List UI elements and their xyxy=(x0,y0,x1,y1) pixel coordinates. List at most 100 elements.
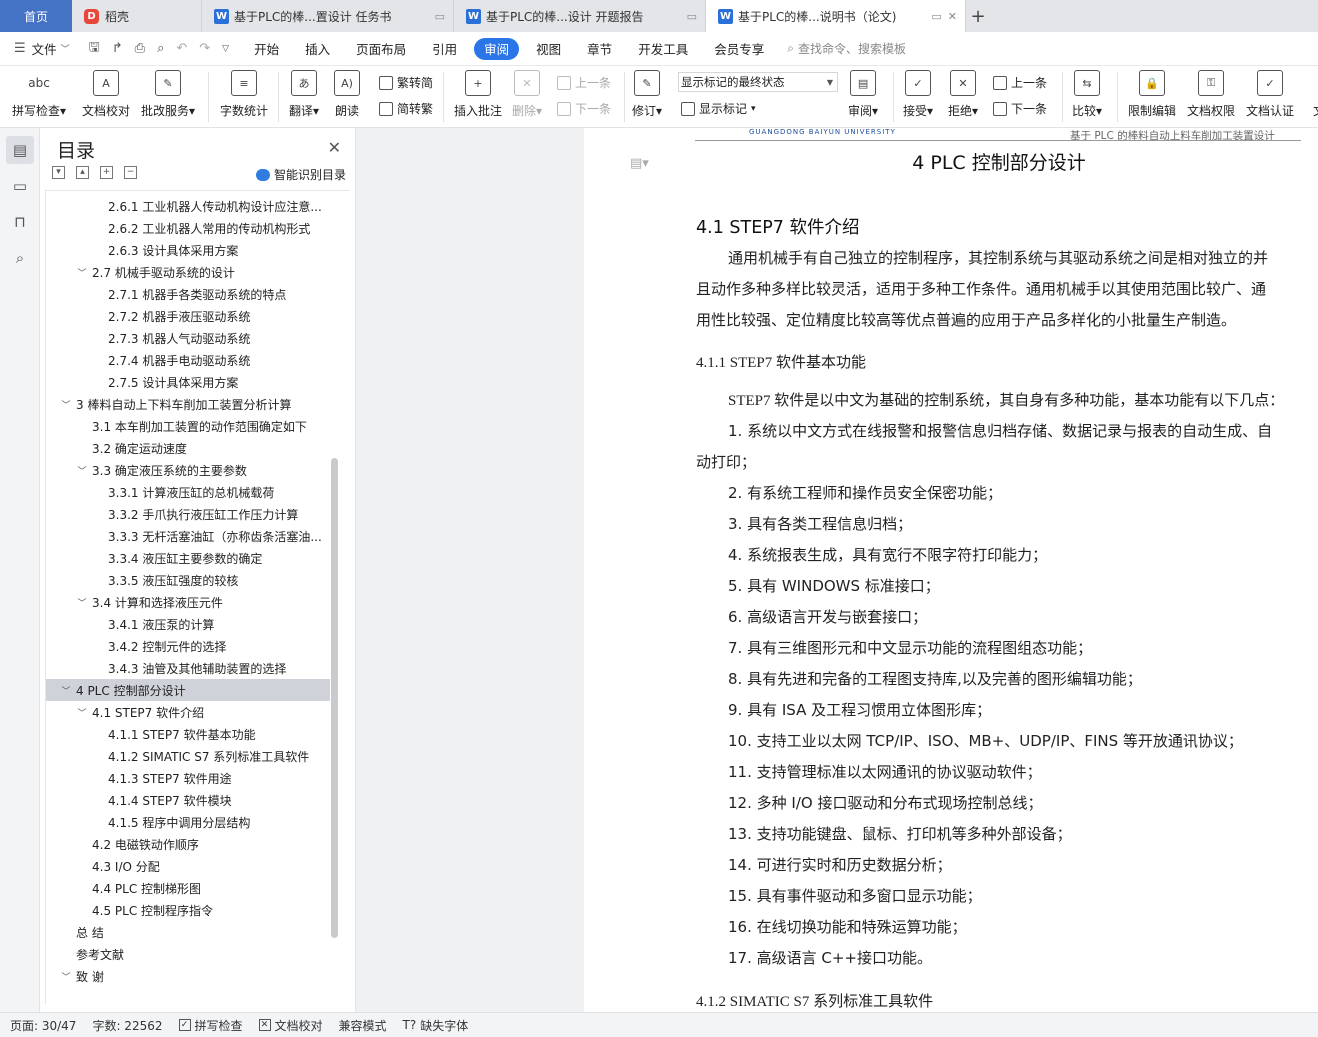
toc-item[interactable]: ﹀ 3.3 确定液压系统的主要参数 xyxy=(46,459,330,481)
doc-certify-button[interactable]: ✓ 文档认证 xyxy=(1246,70,1294,119)
track-changes-button[interactable]: ✎ 修订▾ xyxy=(632,70,662,119)
toc-item[interactable]: 4.1.1 STEP7 软件基本功能 xyxy=(46,723,330,745)
tab-monitor-icon[interactable]: ▭ xyxy=(435,10,445,23)
toc-item[interactable]: 4.1.4 STEP7 软件模块 xyxy=(46,789,330,811)
menu-file[interactable]: 文件 ﹀ xyxy=(32,38,83,60)
toc-item[interactable]: ﹀ 致 谢 xyxy=(46,965,330,987)
doc-check-button[interactable]: A 文档校对 xyxy=(82,70,130,119)
read-aloud-button[interactable]: A) 朗读 xyxy=(334,70,360,119)
tab-doc-thesis[interactable]: W 基于PLC的棒...说明书（论文) ▭ ✕ xyxy=(706,0,966,32)
toc-item[interactable]: 总 结 xyxy=(46,921,330,943)
chevron-down-icon[interactable]: ﹀ xyxy=(76,464,88,477)
next-change-button[interactable]: 下一条 xyxy=(993,100,1047,117)
spellcheck-button[interactable]: abc 拼写检查▾ xyxy=(12,70,66,119)
menu-chapter[interactable]: 章节 xyxy=(574,38,625,60)
next-comment-button[interactable]: 下一条 xyxy=(557,100,611,117)
collapse-all-icon[interactable]: ▾ xyxy=(52,166,65,179)
toc-item[interactable]: 4.2 电磁铁动作顺序 xyxy=(46,833,330,855)
prev-comment-button[interactable]: 上一条 xyxy=(557,74,611,91)
tab-daoke[interactable]: D 稻壳 xyxy=(72,0,202,32)
toc-item[interactable]: 2.6.3 设计具体采用方案 xyxy=(46,239,330,261)
tab-home[interactable]: 首页 xyxy=(0,0,72,32)
simp-to-trad-button[interactable]: 简转繁 xyxy=(379,100,433,117)
menu-view[interactable]: 视图 xyxy=(523,38,574,60)
hamburger-icon[interactable]: ☰ xyxy=(8,41,32,56)
doc-permission-button[interactable]: ⚿ 文档权限 xyxy=(1187,70,1235,119)
delete-comment-button[interactable]: ✕ 删除▾ xyxy=(512,70,542,119)
markup-mode-select[interactable]: 显示标记的最终状态 ▼ xyxy=(678,72,838,92)
undo-icon[interactable]: ↶ xyxy=(170,41,193,56)
compare-button[interactable]: ⇆ 比较▾ xyxy=(1072,70,1102,119)
chevron-down-icon[interactable]: ﹀ xyxy=(76,266,88,279)
close-icon[interactable]: ✕ xyxy=(948,10,957,23)
toc-item[interactable]: 参考文献 xyxy=(46,943,330,965)
toc-item[interactable]: 3.3.1 计算液压缸的总机械载荷 xyxy=(46,481,330,503)
toc-item[interactable]: 4.1.5 程序中调用分层结构 xyxy=(46,811,330,833)
restrict-edit-button[interactable]: 🔒 限制编辑 xyxy=(1128,70,1176,119)
toc-item[interactable]: 3.2 确定运动速度 xyxy=(46,437,330,459)
menu-layout[interactable]: 页面布局 xyxy=(343,38,419,60)
status-doc-check[interactable]: ✕ 文档校对 xyxy=(258,1017,323,1034)
toc-item[interactable]: 3.4.2 控制元件的选择 xyxy=(46,635,330,657)
toc-item[interactable]: ﹀ 4 PLC 控制部分设计 xyxy=(46,679,330,701)
close-icon[interactable]: ✕ xyxy=(328,138,341,157)
toc-item[interactable]: 3.4.1 液压泵的计算 xyxy=(46,613,330,635)
toc-item[interactable]: 2.7.3 机器人气动驱动系统 xyxy=(46,327,330,349)
smart-toc-button[interactable]: 智能识别目录 xyxy=(255,166,346,183)
reject-button[interactable]: ✕ 拒绝▾ xyxy=(948,70,978,119)
revise-service-button[interactable]: ✎ 批改服务▾ xyxy=(141,70,195,119)
toc-item[interactable]: 2.7.5 设计具体采用方案 xyxy=(46,371,330,393)
toc-item[interactable]: 3.3.2 手爪执行液压缸工作压力计算 xyxy=(46,503,330,525)
toc-item[interactable]: 2.7.1 机器手各类驱动系统的特点 xyxy=(46,283,330,305)
chevron-down-icon[interactable]: ﹀ xyxy=(76,596,88,609)
tab-doc-proposal[interactable]: W 基于PLC的棒...设计 开题报告 ▭ xyxy=(454,0,706,32)
tab-doc-task[interactable]: W 基于PLC的棒...置设计 任务书 ▭ xyxy=(202,0,454,32)
menu-start[interactable]: 开始 xyxy=(241,38,292,60)
toc-item[interactable]: ﹀ 4.1 STEP7 软件介绍 xyxy=(46,701,330,723)
toc-item[interactable]: 3.3.3 无杆活塞油缸（亦称齿条活塞油... xyxy=(46,525,330,547)
chevron-down-icon[interactable]: ﹀ xyxy=(60,684,72,697)
toc-item[interactable]: ﹀ 3 棒料自动上下料车削加工装置分析计算 xyxy=(46,393,330,415)
review-pane-button[interactable]: ▤ 审阅▾ xyxy=(848,70,878,119)
word-count[interactable]: 字数: 22562 xyxy=(92,1017,162,1034)
menu-developer[interactable]: 开发工具 xyxy=(625,38,701,60)
toc-item[interactable]: ﹀ 2.7 机械手驱动系统的设计 xyxy=(46,261,330,283)
menu-references[interactable]: 引用 xyxy=(419,38,470,60)
chevron-down-icon[interactable]: ﹀ xyxy=(76,706,88,719)
document-page[interactable]: GUANGDONG BAIYUN UNIVERSITY 基于 PLC 的棒料自动… xyxy=(584,128,1318,1012)
command-search[interactable]: ⌕ 查找命令、搜索模板 xyxy=(787,40,906,57)
bookmark-icon[interactable]: ⊓ xyxy=(6,208,34,236)
print-preview-icon[interactable]: ⌕ xyxy=(151,41,170,56)
print-icon[interactable]: ⎙ xyxy=(129,41,151,56)
toc-item[interactable]: 4.1.2 SIMATIC S7 系列标准工具软件 xyxy=(46,745,330,767)
toc-item[interactable]: 4.1.3 STEP7 软件用途 xyxy=(46,767,330,789)
toc-item[interactable]: 3.4.3 油管及其他辅助装置的选择 xyxy=(46,657,330,679)
prev-change-button[interactable]: 上一条 xyxy=(993,74,1047,91)
section-nav-icon[interactable]: ▭ xyxy=(6,172,34,200)
toc-item[interactable]: 3.1 本车削加工装置的动作范围确定如下 xyxy=(46,415,330,437)
remove-heading-icon[interactable]: − xyxy=(124,166,137,179)
toc-item[interactable]: 2.7.2 机器手液压驱动系统 xyxy=(46,305,330,327)
menu-review[interactable]: 审阅 xyxy=(474,37,520,60)
menu-insert[interactable]: 插入 xyxy=(292,38,343,60)
trad-to-simp-button[interactable]: 繁转简 xyxy=(379,74,433,91)
toc-item[interactable]: 3.3.5 液压缸强度的较核 xyxy=(46,569,330,591)
toc-item[interactable]: 2.7.4 机器手电动驱动系统 xyxy=(46,349,330,371)
add-heading-icon[interactable]: + xyxy=(100,166,113,179)
doc-more-button[interactable]: 文 xyxy=(1306,70,1318,119)
expand-level-icon[interactable]: ▴ xyxy=(76,166,89,179)
toc-item[interactable]: ﹀ 3.4 计算和选择液压元件 xyxy=(46,591,330,613)
toc-item[interactable]: 4.5 PLC 控制程序指令 xyxy=(46,899,330,921)
chevron-down-icon[interactable]: ﹀ xyxy=(60,970,72,983)
missing-font[interactable]: T? 缺失字体 xyxy=(403,1017,469,1034)
toc-scrollbar[interactable] xyxy=(331,458,338,938)
translate-button[interactable]: あ 翻译▾ xyxy=(289,70,319,119)
export-icon[interactable]: ↱ xyxy=(106,41,129,56)
save-icon[interactable]: 🖫 xyxy=(83,38,106,60)
chevron-down-icon[interactable]: ﹀ xyxy=(60,398,72,411)
redo-icon[interactable]: ↷ xyxy=(193,41,216,56)
accept-button[interactable]: ✓ 接受▾ xyxy=(903,70,933,119)
tab-monitor-icon[interactable]: ▭ xyxy=(687,10,697,23)
search-icon[interactable]: ⌕ xyxy=(6,244,34,272)
toc-item[interactable]: 2.6.1 工业机器人传动机构设计应注意... xyxy=(46,195,330,217)
